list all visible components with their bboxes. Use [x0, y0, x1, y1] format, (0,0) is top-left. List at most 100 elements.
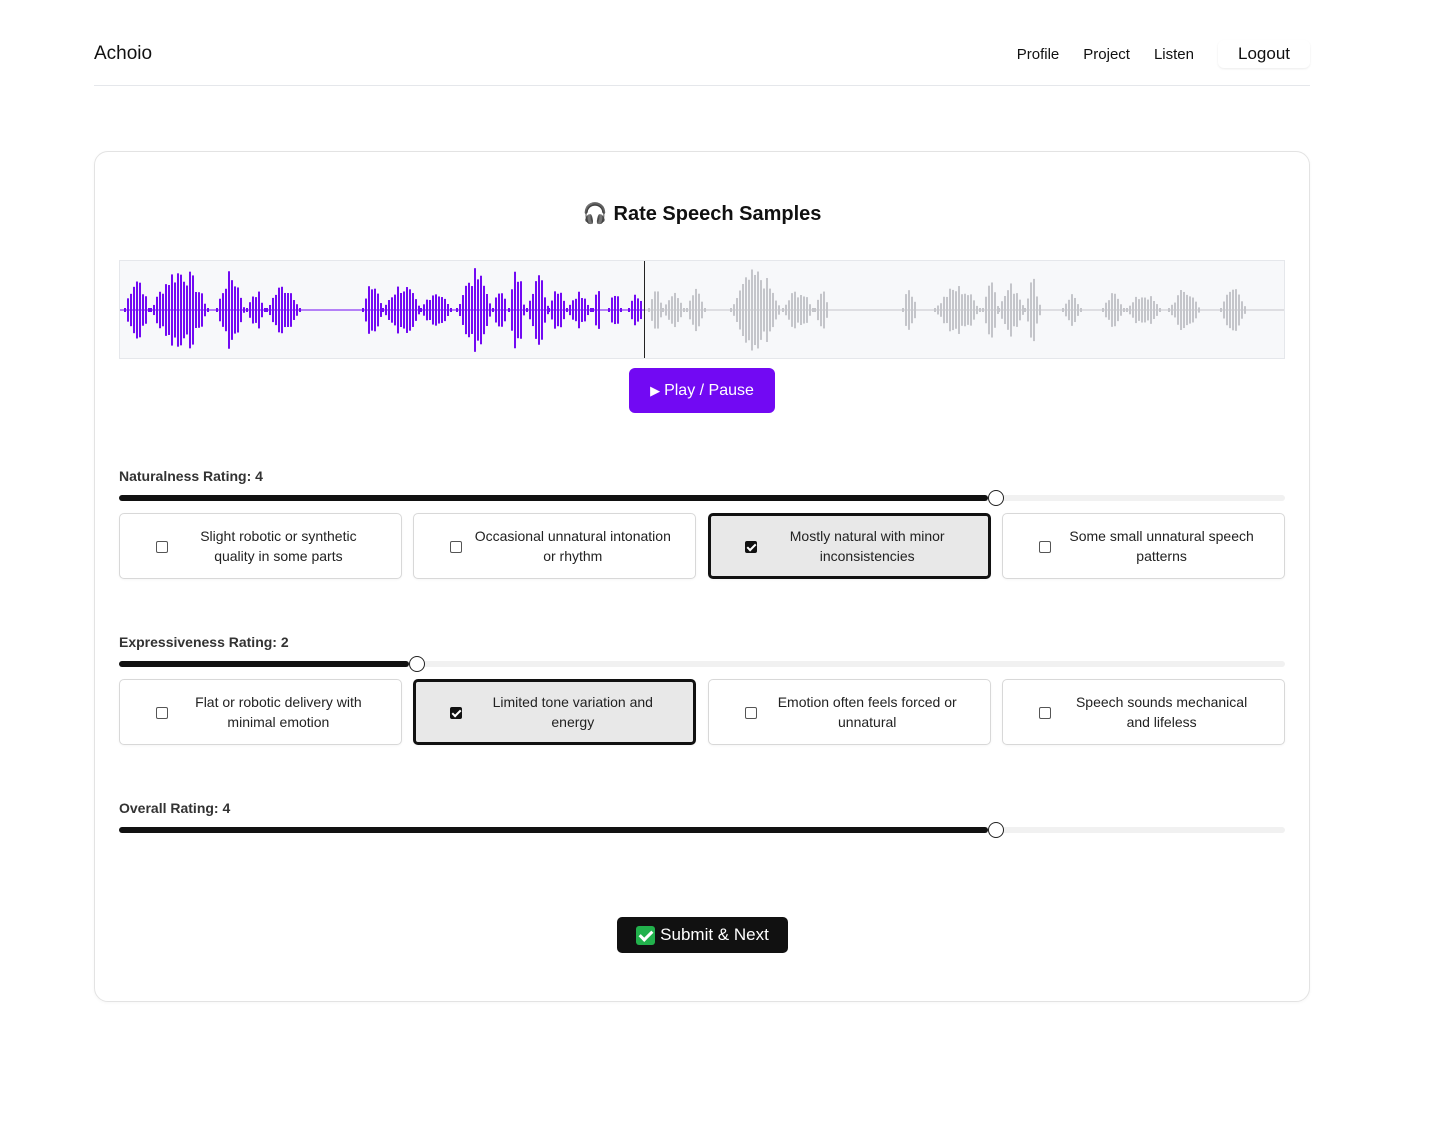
- waveform-bar: [785, 304, 787, 316]
- waveform-bar: [258, 291, 260, 329]
- waveform-bar: [544, 297, 546, 323]
- expressiveness-slider-fill: [119, 661, 409, 667]
- waveform-bar: [608, 308, 610, 312]
- waveform-bar: [1186, 294, 1188, 326]
- waveform-bar: [162, 293, 164, 327]
- waveform-bar: [1183, 291, 1185, 329]
- expressiveness-slider[interactable]: [119, 656, 1285, 672]
- waveform-bar: [1126, 308, 1128, 312]
- nav-project[interactable]: Project: [1083, 46, 1130, 63]
- waveform-bar: [551, 300, 553, 320]
- waveform-bar: [142, 294, 144, 326]
- waveform-bar: [171, 274, 173, 346]
- waveform-bar: [520, 281, 522, 339]
- expressiveness-label: Expressiveness Rating: 2: [119, 634, 289, 650]
- naturalness-option-checkbox[interactable]: [1039, 541, 1052, 553]
- waveform-bar: [748, 279, 750, 341]
- waveform-bar: [216, 308, 218, 312]
- waveform-bar: [772, 292, 774, 328]
- waveform-bar: [492, 308, 494, 312]
- waveform-bar: [590, 308, 592, 312]
- expressiveness-slider-thumb[interactable]: [409, 656, 425, 672]
- waveform-bar: [689, 300, 691, 320]
- waveform-bar: [486, 294, 488, 326]
- waveform-bar: [237, 287, 239, 333]
- waveform-bar: [1010, 283, 1012, 337]
- expressiveness-option-checkbox[interactable]: [156, 707, 168, 719]
- waveform-bar: [614, 295, 616, 325]
- waveform-bar: [1132, 302, 1134, 318]
- waveform-bar: [498, 293, 500, 327]
- expressiveness-option-1[interactable]: Flat or robotic delivery with minimal em…: [119, 679, 402, 745]
- overall-slider[interactable]: [119, 822, 1285, 838]
- nav-profile[interactable]: Profile: [1017, 46, 1060, 63]
- waveform-bar: [994, 292, 996, 328]
- submit-next-button[interactable]: Submit & Next: [617, 917, 788, 953]
- expressiveness-option-2[interactable]: Limited tone variation and energy: [413, 679, 697, 745]
- expressiveness-option-checkbox[interactable]: [1039, 707, 1052, 719]
- waveform-bar: [914, 301, 916, 319]
- waveform-bar: [1077, 304, 1079, 316]
- waveform-bar: [133, 286, 135, 334]
- waveform-bar: [905, 294, 907, 326]
- naturalness-option-2[interactable]: Occasional unnatural intonation or rhyth…: [413, 513, 697, 579]
- expressiveness-option-4[interactable]: Speech sounds mechanical and lifeless: [1002, 679, 1285, 745]
- naturalness-option-checkbox[interactable]: [156, 541, 168, 553]
- page-title-text: Rate Speech Samples: [613, 203, 822, 225]
- waveform-bar: [299, 308, 301, 312]
- waveform-bar: [153, 304, 155, 316]
- waveform-bar: [423, 304, 425, 316]
- waveform-bar: [651, 299, 653, 321]
- waveform-bar: [1007, 290, 1009, 330]
- waveform-bar: [1241, 301, 1243, 319]
- waveform-bar: [1244, 306, 1246, 314]
- waveform-bar: [1232, 289, 1234, 331]
- waveform-bar: [911, 296, 913, 324]
- naturalness-option-checkbox[interactable]: [744, 541, 757, 553]
- expressiveness-option-checkbox[interactable]: [744, 707, 757, 719]
- brand-logo[interactable]: Achoio: [94, 43, 152, 65]
- nav-listen[interactable]: Listen: [1154, 46, 1194, 63]
- waveform-bar: [595, 294, 597, 326]
- waveform-bar: [557, 293, 559, 327]
- waveform-bar: [234, 286, 236, 334]
- waveform-bar: [1220, 308, 1222, 312]
- waveform-bar: [739, 290, 741, 330]
- waveform-bar: [145, 296, 147, 324]
- waveform-bar: [572, 300, 574, 320]
- naturalness-option-3[interactable]: Mostly natural with minor inconsistencie…: [707, 513, 991, 579]
- waveform-graphic[interactable]: [120, 261, 1284, 358]
- waveform-bar: [1004, 295, 1006, 325]
- audio-waveform[interactable]: [119, 260, 1285, 359]
- waveform-bar: [617, 296, 619, 324]
- naturalness-option-1[interactable]: Slight robotic or synthetic quality in s…: [119, 513, 402, 579]
- waveform-bar: [958, 286, 960, 334]
- naturalness-slider-thumb[interactable]: [988, 490, 1004, 506]
- waveform-bar: [998, 308, 1000, 312]
- waveform-bar: [165, 284, 167, 336]
- waveform-bar: [374, 288, 376, 332]
- naturalness-slider[interactable]: [119, 490, 1285, 506]
- waveform-bar: [1080, 308, 1082, 312]
- waveform-bar: [403, 291, 405, 329]
- expressiveness-option-3[interactable]: Emotion often feels forced or unnatural: [707, 679, 991, 745]
- waveform-bar: [692, 295, 694, 325]
- naturalness-option-4[interactable]: Some small unnatural speech patterns: [1002, 513, 1285, 579]
- waveform-bar: [406, 287, 408, 333]
- waveform-bar: [255, 297, 257, 323]
- waveform-bar: [754, 274, 756, 346]
- waveform-bar: [177, 273, 179, 347]
- naturalness-option-checkbox[interactable]: [450, 541, 463, 553]
- waveform-bar: [1168, 308, 1170, 312]
- waveform-bar: [760, 280, 762, 340]
- play-pause-button[interactable]: ▶ Play / Pause: [629, 368, 775, 413]
- waveform-bar: [186, 285, 188, 335]
- waveform-bar: [201, 293, 203, 327]
- logout-button[interactable]: Logout: [1218, 40, 1310, 68]
- waveform-bar: [412, 293, 414, 327]
- waveform-bar: [418, 305, 420, 315]
- overall-slider-thumb[interactable]: [988, 822, 1004, 838]
- expressiveness-option-checkbox[interactable]: [450, 707, 463, 719]
- waveform-bar: [1016, 293, 1018, 327]
- waveform-bar: [809, 304, 811, 316]
